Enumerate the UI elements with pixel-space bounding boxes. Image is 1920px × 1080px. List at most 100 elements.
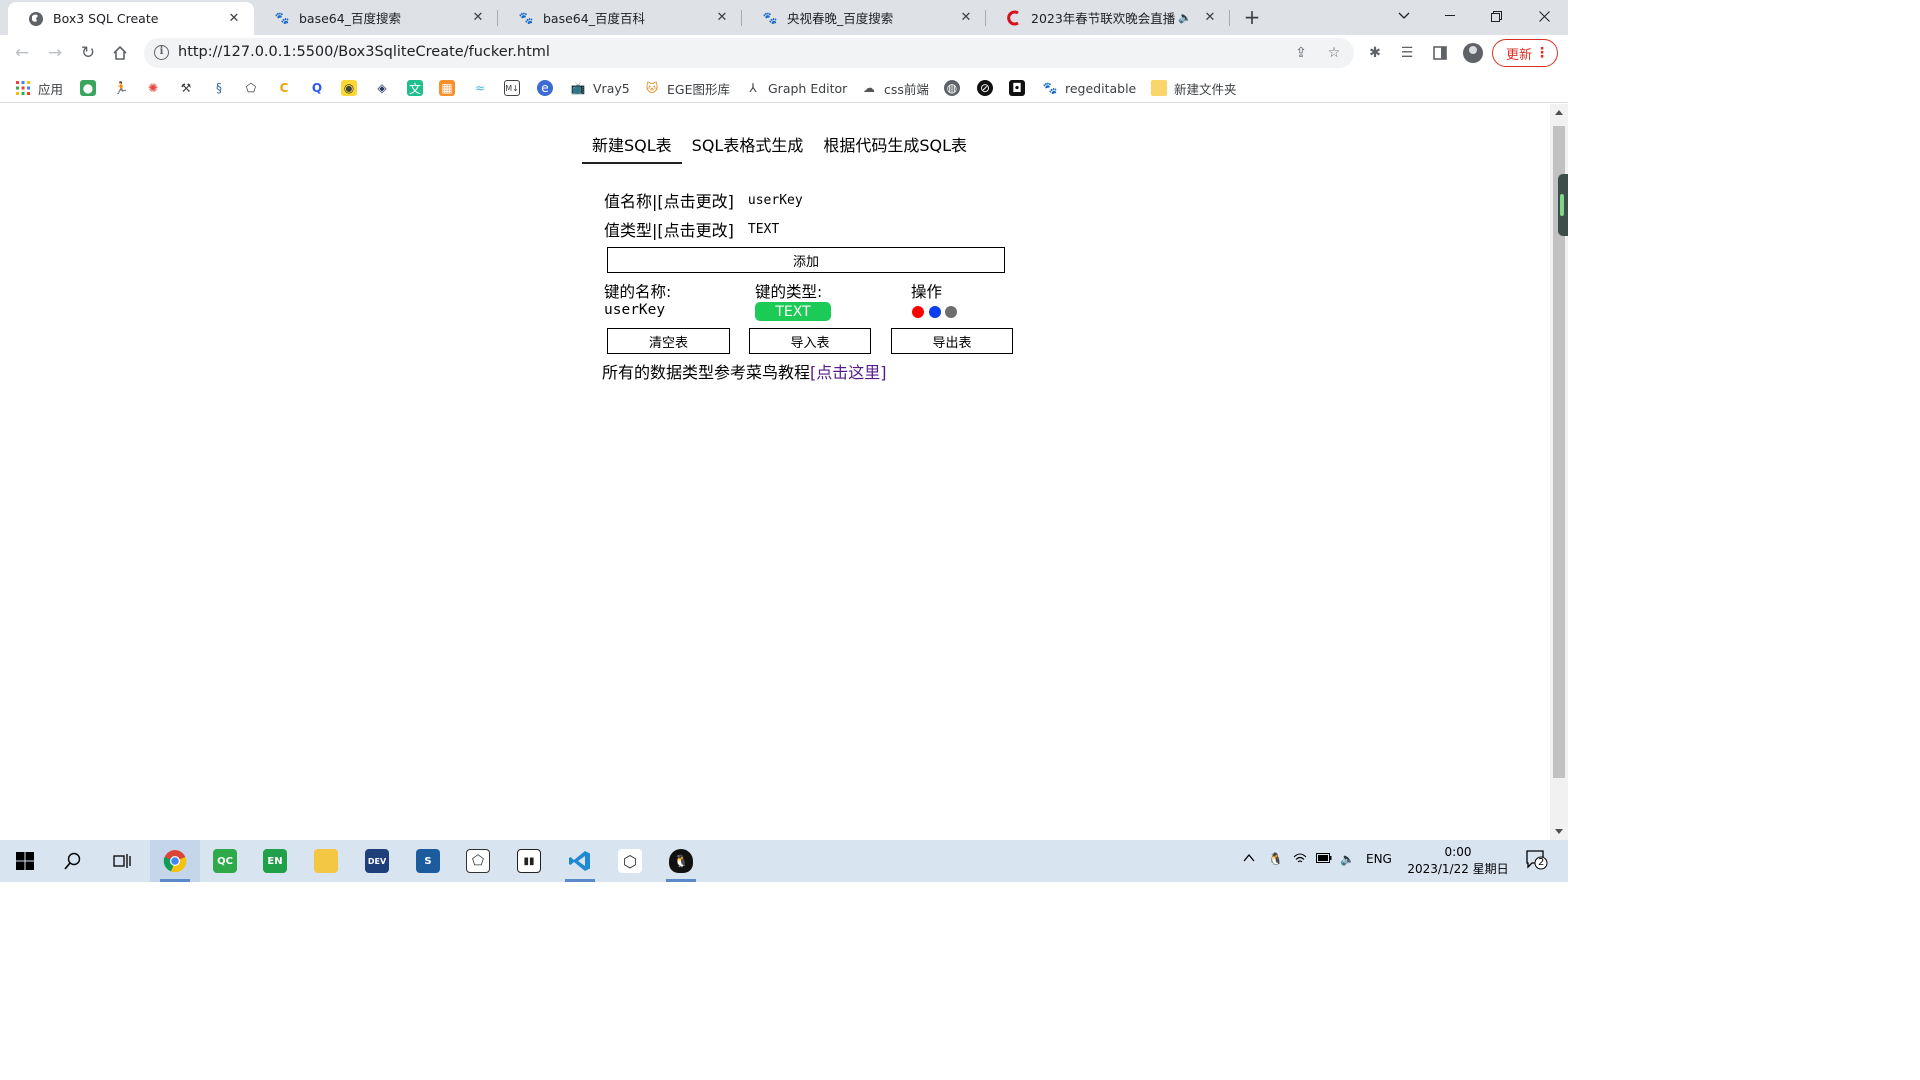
search-button[interactable]	[48, 840, 98, 882]
restore-icon[interactable]	[1473, 0, 1519, 32]
bookmark-vray5[interactable]: 📺 Vray5	[570, 78, 630, 98]
export-table-button[interactable]: 导出表	[891, 328, 1013, 354]
close-tab-icon[interactable]: ✕	[1202, 10, 1218, 26]
bookmark-black-circle[interactable]: ⊘	[977, 78, 993, 98]
bookmark-globe[interactable]: ◍	[944, 78, 960, 98]
start-button[interactable]	[0, 840, 50, 882]
taskbar-unity[interactable]: ⬡	[605, 840, 655, 882]
column-header-operations: 操作	[911, 283, 943, 301]
scroll-down-arrow-icon[interactable]	[1555, 829, 1563, 834]
key-type-badge[interactable]: TEXT	[755, 302, 831, 321]
notification-center-icon[interactable]: 2	[1526, 850, 1548, 873]
taskbar-qq[interactable]: 🐧	[656, 840, 706, 882]
click-here-link[interactable]: [点击这里]	[810, 363, 887, 382]
address-bar[interactable]: i http://127.0.0.1:5500/Box3SqliteCreate…	[144, 38, 1354, 68]
extensions-puzzle-icon[interactable]: ✱	[1365, 43, 1385, 63]
taskbar-sketchup[interactable]: S	[403, 840, 453, 882]
tab-sql-format-generate[interactable]: SQL表格式生成	[682, 128, 814, 164]
share-icon[interactable]: ⇪	[1292, 44, 1310, 62]
bookmark-new-folder[interactable]: 新建文件夹	[1151, 78, 1237, 98]
tab-search-chevron-icon[interactable]	[1381, 0, 1427, 32]
tab-base64-baike[interactable]: 🐾 base64_百度百科 ✕	[498, 0, 742, 35]
edit-dot-icon[interactable]	[929, 306, 941, 318]
bookmark-q[interactable]: Q	[309, 78, 325, 98]
taskbar-devcpp[interactable]: DEV	[352, 840, 402, 882]
close-window-icon[interactable]	[1521, 0, 1567, 32]
tray-qq-icon[interactable]: 🐧	[1268, 852, 1283, 866]
task-view-button[interactable]	[97, 840, 147, 882]
bookmark-runner[interactable]: 🏃	[113, 78, 129, 98]
tray-chevron-up-icon[interactable]	[1243, 852, 1255, 866]
reload-icon[interactable]: ↻	[75, 40, 101, 66]
bookmark-graph-editor[interactable]: ⅄ Graph Editor	[745, 78, 847, 98]
bookmark-pentagon[interactable]: ⬠	[243, 78, 259, 98]
add-button[interactable]: 添加	[607, 247, 1005, 273]
bookmark-thread[interactable]: §	[211, 78, 227, 98]
close-tab-icon[interactable]: ✕	[714, 10, 730, 26]
bookmark-orange-grid[interactable]: ▦	[439, 78, 455, 98]
bookmark-wave[interactable]: ≈	[472, 78, 488, 98]
taskbar-chrome[interactable]	[150, 840, 200, 882]
bookmark-regeditable[interactable]: 🐾 regeditable	[1042, 78, 1137, 98]
more-dot-icon[interactable]	[945, 306, 957, 318]
back-arrow-icon[interactable]: ←	[9, 40, 35, 66]
taskbar-clock[interactable]: 0:00 2023/1/22 星期日	[1400, 844, 1516, 878]
taskbar-file-explorer[interactable]	[301, 840, 351, 882]
tab-base64-search[interactable]: 🐾 base64_百度搜索 ✕	[254, 0, 498, 35]
taskbar-twitch[interactable]: ▮▮	[504, 840, 554, 882]
tab-cctv-gala-search[interactable]: 🐾 央视春晚_百度搜索 ✕	[742, 0, 986, 35]
twitch-icon: ▮▮	[517, 849, 541, 873]
bookmark-green-box[interactable]: 文	[407, 78, 423, 98]
profile-avatar-icon[interactable]	[1463, 43, 1483, 63]
input-language[interactable]: ENG	[1366, 852, 1392, 866]
bookmark-tools[interactable]: ⚒	[178, 78, 194, 98]
tab-new-sql-table[interactable]: 新建SQL表	[582, 128, 682, 164]
bookmark-mascot[interactable]: ◉	[341, 78, 357, 98]
side-panel-icon[interactable]	[1430, 43, 1450, 63]
bookmark-ege[interactable]: 🐱 EGE图形库	[644, 78, 730, 98]
new-tab-plus-icon[interactable]: +	[1240, 5, 1264, 29]
value-type-label[interactable]: 值类型|[点击更改]	[604, 217, 734, 241]
media-queue-icon[interactable]: ☰	[1397, 43, 1417, 63]
bookmark-layers[interactable]: ◈	[374, 78, 390, 98]
folder-icon	[1151, 80, 1167, 96]
tab-generate-from-code[interactable]: 根据代码生成SQL表	[813, 128, 977, 164]
home-icon[interactable]	[107, 40, 133, 66]
bookmark-android[interactable]: ●	[80, 78, 96, 98]
volume-icon[interactable]: 🔈	[1340, 852, 1355, 866]
taskbar-pentagon-app[interactable]: ⬠	[453, 840, 503, 882]
bookmark-blue-circle[interactable]: e	[537, 78, 553, 98]
forward-arrow-icon[interactable]: →	[42, 40, 68, 66]
value-type-value[interactable]: TEXT	[748, 222, 779, 237]
wifi-icon[interactable]	[1293, 852, 1307, 867]
value-name-label[interactable]: 值名称|[点击更改]	[604, 188, 734, 212]
scroll-up-arrow-icon[interactable]	[1555, 110, 1563, 115]
side-widget-tab[interactable]	[1558, 174, 1568, 236]
url-text[interactable]: http://127.0.0.1:5500/Box3SqliteCreate/f…	[178, 44, 550, 60]
close-tab-icon[interactable]: ✕	[226, 11, 242, 27]
taskbar-vscode[interactable]	[555, 840, 605, 882]
mascot-icon: ◉	[341, 80, 357, 96]
value-name-value[interactable]: userKey	[748, 193, 803, 208]
speaker-muted-icon[interactable]: 🔈	[1178, 11, 1192, 24]
bookmark-css[interactable]: ☁ css前端	[861, 78, 929, 98]
tab-gala-live[interactable]: 2023年春节联欢晚会直播 🔈 ✕	[986, 0, 1230, 35]
close-tab-icon[interactable]: ✕	[470, 10, 486, 26]
bookmark-star-icon[interactable]: ☆	[1325, 44, 1343, 62]
battery-icon[interactable]	[1316, 852, 1332, 866]
taskbar-qc[interactable]: QC	[200, 840, 250, 882]
bookmark-mask[interactable]: ◘	[1009, 78, 1025, 98]
bookmark-pinwheel[interactable]: ✺	[145, 78, 161, 98]
import-table-button[interactable]: 导入表	[749, 328, 871, 354]
close-tab-icon[interactable]: ✕	[958, 10, 974, 26]
tab-box3-sql-create[interactable]: Box3 SQL Create ✕	[8, 2, 254, 35]
bookmark-apps[interactable]: 应用	[15, 78, 63, 98]
delete-dot-icon[interactable]	[912, 306, 924, 318]
bookmark-c[interactable]: C	[276, 78, 292, 98]
site-info-icon[interactable]: i	[154, 45, 169, 60]
clear-table-button[interactable]: 清空表	[607, 328, 730, 354]
minimize-icon[interactable]	[1427, 0, 1473, 32]
taskbar-en[interactable]: EN	[250, 840, 300, 882]
update-button[interactable]: 更新 ⋮	[1492, 39, 1558, 67]
bookmark-markdown[interactable]: M↓	[504, 78, 520, 98]
